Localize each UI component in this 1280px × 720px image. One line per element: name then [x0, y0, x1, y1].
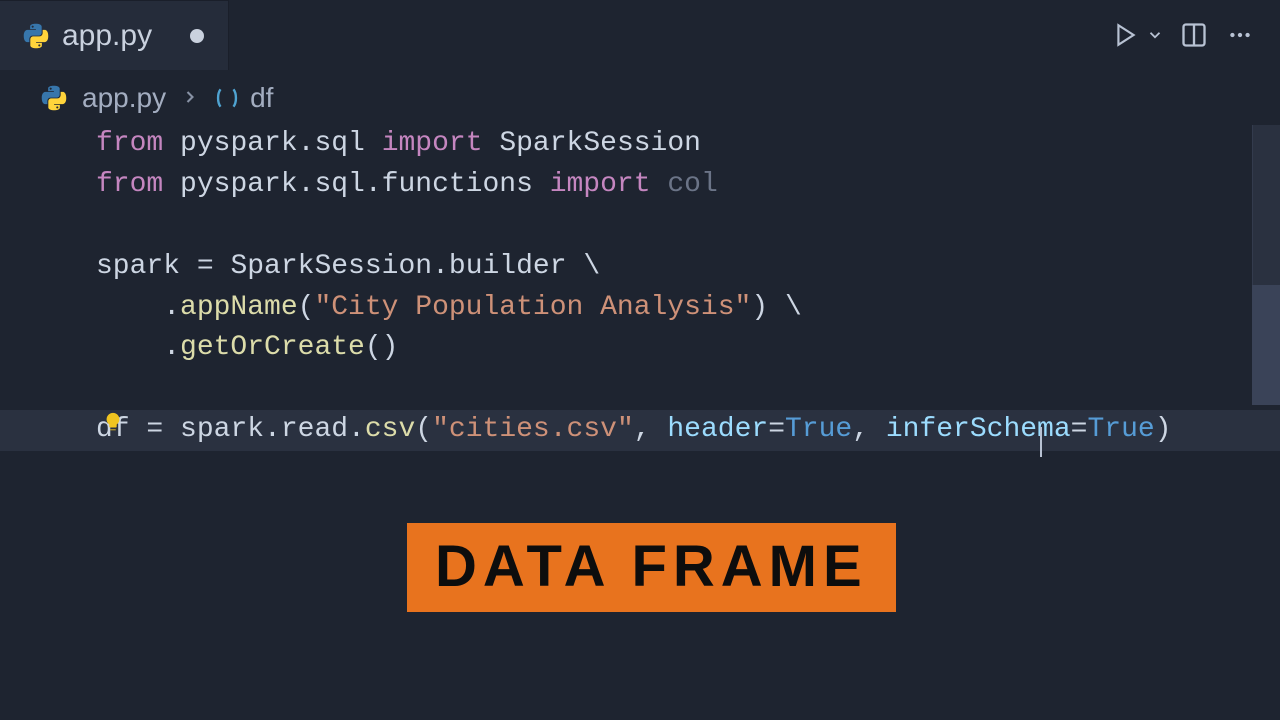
tab-action-group — [1108, 17, 1280, 53]
chevron-right-icon — [180, 82, 200, 114]
code-line: from pyspark.sql import SparkSession — [96, 124, 1280, 165]
overlay-badge: DATA FRAME — [407, 523, 896, 612]
python-icon — [22, 22, 50, 50]
code-line: from pyspark.sql.functions import col — [96, 165, 1280, 206]
code-line — [96, 369, 1280, 410]
code-line: .appName("City Population Analysis") \ — [96, 288, 1280, 329]
run-dropdown[interactable] — [1144, 17, 1166, 53]
tab-filename: app.py — [62, 19, 152, 53]
split-editor-button[interactable] — [1176, 17, 1212, 53]
minimap-viewport[interactable] — [1252, 285, 1280, 405]
tab-unsaved-dot[interactable] — [190, 29, 204, 43]
code-line: spark = SparkSession.builder \ — [96, 247, 1280, 288]
breadcrumb-file[interactable]: app.py — [82, 82, 166, 114]
lightbulb-icon[interactable] — [102, 407, 126, 431]
code-line — [96, 206, 1280, 247]
python-icon — [40, 84, 68, 112]
file-tab[interactable]: app.py — [0, 0, 229, 70]
text-cursor — [1040, 427, 1042, 457]
code-line: .getOrCreate() — [96, 328, 1280, 369]
tab-bar: app.py — [0, 0, 1280, 70]
code-line-highlighted: df = spark.read.csv("cities.csv", header… — [0, 410, 1280, 451]
breadcrumb[interactable]: app.py df — [0, 70, 1280, 124]
code-editor[interactable]: from pyspark.sql import SparkSession fro… — [0, 124, 1280, 451]
variable-icon — [214, 85, 240, 111]
run-button[interactable] — [1108, 17, 1144, 53]
breadcrumb-symbol[interactable]: df — [250, 82, 273, 114]
more-actions-button[interactable] — [1222, 17, 1258, 53]
